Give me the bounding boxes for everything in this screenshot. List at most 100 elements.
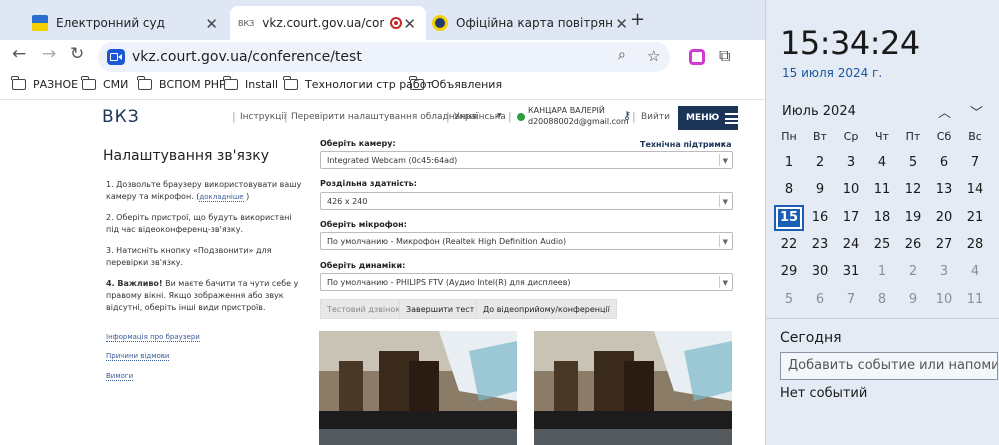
calendar-day[interactable]: 19: [898, 205, 928, 231]
month-title[interactable]: Июль 2024: [782, 104, 856, 119]
calendar-day[interactable]: 15: [774, 204, 804, 231]
instruction-step-1: 1. Дозвольте браузеру використовувати ва…: [106, 180, 302, 202]
calendar-day[interactable]: 9: [805, 177, 835, 203]
calendar-day[interactable]: 11: [867, 177, 897, 203]
chevron-down-icon[interactable]: ﹀: [970, 102, 983, 121]
hamburger-icon: [725, 112, 739, 124]
camera-in-use-icon[interactable]: [107, 49, 125, 65]
chevron-up-icon[interactable]: ︿: [938, 102, 951, 121]
add-event-input[interactable]: Добавить событие или напоминание: [780, 352, 998, 380]
close-icon[interactable]: ✕: [205, 15, 218, 33]
zoom-icon[interactable]: ⌕: [618, 47, 626, 63]
bookmark-folder[interactable]: ВСПОМ РНР: [137, 76, 226, 91]
site-logo[interactable]: ВКЗ: [102, 107, 140, 127]
instructions-link[interactable]: Інструкції: [240, 112, 286, 122]
calendar-day[interactable]: 16: [805, 205, 835, 231]
calendar-day[interactable]: 30: [805, 259, 835, 285]
close-icon[interactable]: ✕: [615, 15, 628, 33]
calendar-day[interactable]: 2: [805, 150, 835, 176]
clock-time: 15:34:24: [780, 24, 920, 62]
microphone-select[interactable]: По умолчанию - Микрофон (Realtek High De…: [320, 232, 733, 250]
calendar-day[interactable]: 8: [774, 177, 804, 203]
calendar-day[interactable]: 7: [836, 287, 866, 313]
browser-toolbar: ← → ↻ vkz.court.gov.ua/conference/test ⌕…: [0, 40, 770, 72]
resolution-select[interactable]: 426 x 240 ▼: [320, 192, 733, 210]
online-status-dot: [517, 113, 525, 121]
bookmark-folder[interactable]: РАЗНОЕ: [11, 76, 78, 91]
chevron-down-icon: ▼: [497, 112, 502, 119]
camera-select[interactable]: Integrated Webcam (0c45:64ad) ▼: [320, 151, 733, 169]
calendar-day[interactable]: 27: [929, 232, 959, 258]
address-bar[interactable]: vkz.court.gov.ua/conference/test ⌕ ☆: [98, 42, 670, 72]
calendar-day[interactable]: 31: [836, 259, 866, 285]
calendar-day[interactable]: 14: [960, 177, 990, 203]
requirements-link[interactable]: Вимоги: [106, 372, 134, 381]
extensions-puzzle-icon[interactable]: ⧉: [719, 46, 730, 66]
page-title: Налаштування зв'язку: [103, 148, 270, 164]
end-test-button[interactable]: Завершити тест: [399, 299, 482, 319]
calendar-day[interactable]: 6: [929, 150, 959, 176]
extension-icon[interactable]: [689, 49, 705, 65]
calendar-day[interactable]: 13: [929, 177, 959, 203]
bookmark-folder[interactable]: Install: [223, 76, 278, 91]
calendar-day[interactable]: 20: [929, 205, 959, 231]
microphone-label: Оберіть мікрофон:: [320, 220, 407, 229]
tech-support-link[interactable]: Технічна підтримка: [640, 140, 732, 149]
speakers-label: Оберіть динаміки:: [320, 261, 406, 270]
logout-link[interactable]: Вийти: [641, 112, 670, 122]
calendar-day[interactable]: 1: [774, 150, 804, 176]
back-arrow-icon[interactable]: ←: [12, 44, 26, 64]
more-details-link[interactable]: докладніше: [199, 193, 244, 202]
calendar-day[interactable]: 24: [836, 232, 866, 258]
new-tab-button[interactable]: +: [630, 9, 645, 30]
calendar-day[interactable]: 9: [898, 287, 928, 313]
test-call-button[interactable]: Тестовий дзвінок: [320, 299, 408, 319]
calendar-day[interactable]: 28: [960, 232, 990, 258]
tab-vkz[interactable]: ВКЗ vkz.court.gov.ua/conference/t ✕: [230, 6, 426, 40]
calendar-day[interactable]: 18: [867, 205, 897, 231]
key-icon[interactable]: ⚷: [623, 109, 631, 122]
calendar-day[interactable]: 3: [836, 150, 866, 176]
calendar-day[interactable]: 10: [929, 287, 959, 313]
folder-icon: [409, 76, 424, 90]
calendar-day[interactable]: 10: [836, 177, 866, 203]
speakers-select[interactable]: По умолчанию - PHILIPS FTV (Аудио Intel(…: [320, 273, 733, 291]
calendar-day[interactable]: 1: [867, 259, 897, 285]
calendar-day[interactable]: 29: [774, 259, 804, 285]
tab-e-court[interactable]: Електронний суд ✕: [32, 6, 228, 40]
calendar-day[interactable]: 5: [774, 287, 804, 313]
calendar-day[interactable]: 22: [774, 232, 804, 258]
calendar-day[interactable]: 21: [960, 205, 990, 231]
to-conference-button[interactable]: До відеоприйому/конференції: [476, 299, 617, 319]
tab-alert-map[interactable]: Офіційна карта повітряних триво ✕: [432, 6, 628, 40]
calendar-day[interactable]: 2: [898, 259, 928, 285]
full-date-link[interactable]: 15 июля 2024 г.: [782, 66, 882, 80]
browser-info-link[interactable]: Інформація про браузери: [106, 333, 200, 342]
calendar-day[interactable]: 25: [867, 232, 897, 258]
close-icon[interactable]: ✕: [403, 15, 416, 33]
calendar-day[interactable]: 7: [960, 150, 990, 176]
bookmarks-bar: РАЗНОЕ СМИ ВСПОМ РНР Install Технологии …: [0, 72, 770, 100]
calendar-day[interactable]: 8: [867, 287, 897, 313]
bookmark-star-icon[interactable]: ☆: [647, 47, 660, 65]
bookmark-folder[interactable]: СМИ: [81, 76, 128, 91]
calendar-day[interactable]: 4: [960, 259, 990, 285]
calendar-day[interactable]: 11: [960, 287, 990, 313]
chevron-down-icon: ▼: [721, 142, 725, 148]
recording-icon: [390, 17, 403, 29]
calendar-day[interactable]: 23: [805, 232, 835, 258]
calendar-day[interactable]: 17: [836, 205, 866, 231]
calendar-day[interactable]: 12: [898, 177, 928, 203]
webcam-frame-image: [534, 331, 732, 445]
calendar-day[interactable]: 3: [929, 259, 959, 285]
calendar-day[interactable]: 6: [805, 287, 835, 313]
calendar-day[interactable]: 26: [898, 232, 928, 258]
reload-icon[interactable]: ↻: [70, 44, 84, 64]
calendar-day[interactable]: 4: [867, 150, 897, 176]
menu-button[interactable]: МЕНЮ: [678, 106, 739, 130]
refusal-reasons-link[interactable]: Причини відмови: [106, 352, 170, 361]
web-page: ВКЗ | Інструкції | Перевірити налаштуван…: [0, 100, 765, 445]
forward-arrow-icon[interactable]: →: [42, 44, 56, 64]
bookmark-folder[interactable]: Объявления: [409, 76, 502, 91]
calendar-day[interactable]: 5: [898, 150, 928, 176]
